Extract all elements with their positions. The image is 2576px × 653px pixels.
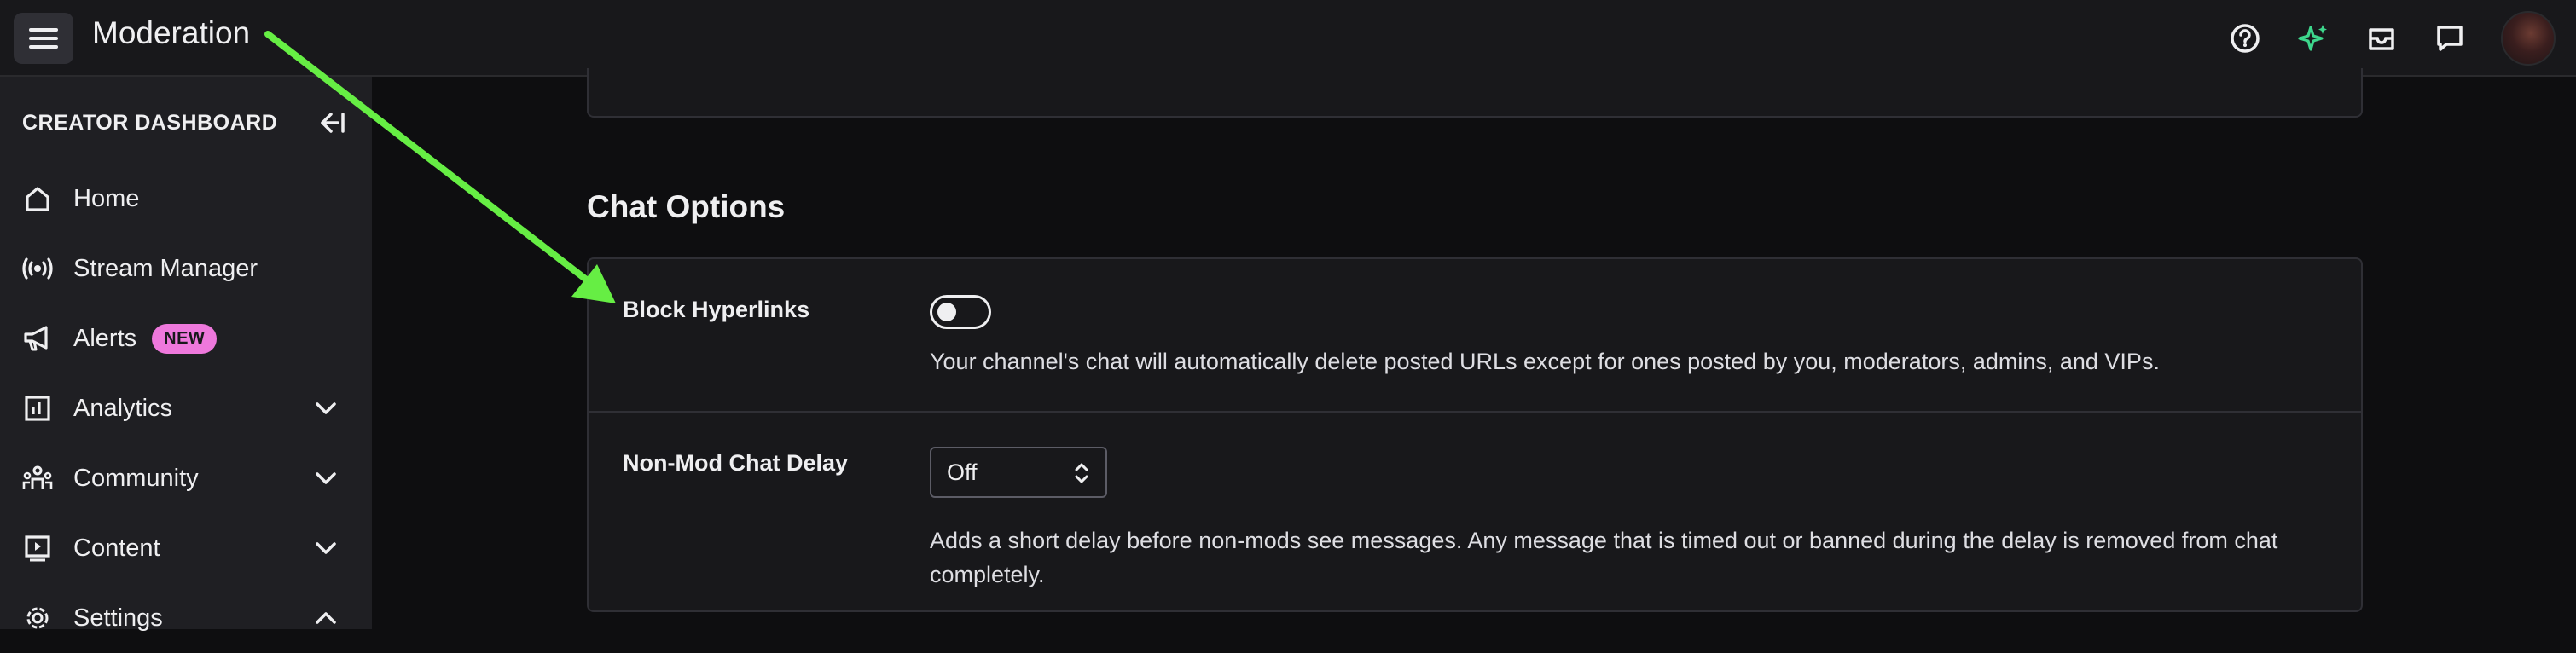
chat-delay-description: Adds a short delay before non-mods see m… xyxy=(930,523,2277,592)
sidebar-item-alerts[interactable]: Alerts NEW xyxy=(0,303,372,373)
sidebar-item-label: Analytics xyxy=(73,394,173,422)
sidebar-item-label: Content xyxy=(73,534,160,562)
chevron-down-icon xyxy=(316,402,336,414)
sidebar-item-label: Community xyxy=(73,464,199,492)
block-hyperlinks-row: Block Hyperlinks Your channel's chat wil… xyxy=(589,259,2361,413)
block-hyperlinks-label: Block Hyperlinks xyxy=(623,297,810,322)
top-bar: Moderation xyxy=(0,0,2576,77)
inbox-icon xyxy=(2369,28,2394,50)
main-content: Chat Options Block Hyperlinks Your chann… xyxy=(372,68,2576,629)
chat-delay-select[interactable]: Off xyxy=(930,447,1107,498)
select-arrows-icon xyxy=(1075,463,1088,483)
sidebar-item-label: Stream Manager xyxy=(73,254,258,282)
sidebar-item-settings[interactable]: Settings xyxy=(0,583,372,653)
menu-button[interactable] xyxy=(14,13,73,64)
toggle-knob xyxy=(937,303,956,321)
sidebar-item-community[interactable]: Community xyxy=(0,443,372,513)
block-hyperlinks-description: Your channel's chat will automatically d… xyxy=(930,349,2160,374)
sidebar-header: CREATOR DASHBOARD xyxy=(22,107,346,138)
sparkle-icon xyxy=(2298,25,2327,51)
previous-settings-card xyxy=(587,68,2363,118)
chat-delay-row: Non-Mod Chat Delay Off Adds a short dela… xyxy=(589,413,2361,612)
chat-delay-description-line1: Adds a short delay before non-mods see m… xyxy=(930,528,2278,553)
sidebar-item-label: Alerts xyxy=(73,324,137,352)
sidebar-title: CREATOR DASHBOARD xyxy=(22,111,278,135)
section-title: Chat Options xyxy=(587,189,786,224)
community-icon xyxy=(22,463,53,494)
analytics-icon xyxy=(22,393,53,424)
sidebar-item-analytics[interactable]: Analytics xyxy=(0,373,372,443)
sidebar: CREATOR DASHBOARD Home Stream Manager Al… xyxy=(0,77,372,632)
sidebar-item-label: Settings xyxy=(73,604,163,632)
sidebar-item-content[interactable]: Content xyxy=(0,513,372,583)
chevron-down-icon xyxy=(316,472,336,484)
home-icon xyxy=(22,183,53,214)
new-badge: NEW xyxy=(152,323,218,354)
menu-icon xyxy=(29,28,58,49)
sidebar-item-label: Home xyxy=(73,184,140,212)
collapse-sidebar-icon[interactable] xyxy=(316,109,346,136)
chat-delay-description-line2: completely. xyxy=(930,562,1045,587)
sidebar-item-stream-manager[interactable]: Stream Manager xyxy=(0,234,372,303)
whispers-button[interactable] xyxy=(2433,21,2467,55)
inbox-button[interactable] xyxy=(2364,21,2399,55)
broadcast-icon xyxy=(22,253,53,284)
chevron-down-icon xyxy=(316,542,336,554)
help-icon xyxy=(2231,24,2260,53)
content-icon xyxy=(22,533,53,563)
chat-delay-label: Non-Mod Chat Delay xyxy=(623,450,849,476)
help-button[interactable] xyxy=(2228,21,2262,55)
page-title: Moderation xyxy=(92,15,251,50)
chat-options-card: Block Hyperlinks Your channel's chat wil… xyxy=(587,257,2363,612)
megaphone-icon xyxy=(22,323,53,354)
whispers-icon xyxy=(2437,26,2463,51)
sidebar-nav: Home Stream Manager Alerts NEW Analytics… xyxy=(0,164,372,653)
sidebar-item-home[interactable]: Home xyxy=(0,164,372,234)
avatar[interactable] xyxy=(2501,11,2556,66)
block-hyperlinks-toggle[interactable] xyxy=(930,295,991,329)
sparkle-button[interactable] xyxy=(2296,21,2330,55)
chat-delay-value: Off xyxy=(947,459,978,485)
